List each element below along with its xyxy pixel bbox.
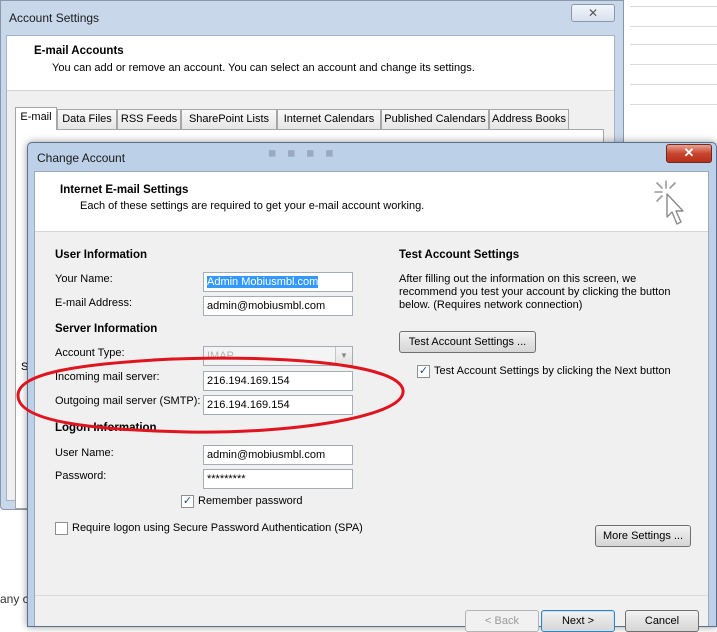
change-account-dialog: Change Account ◼ ◼ ◼ ◼ ✕ Internet E-mail… [27,142,717,632]
logon-information-heading: Logon Information [55,422,157,434]
email-accounts-subtitle: You can add or remove an account. You ca… [52,62,475,74]
dialog-header: Internet E-mail Settings Each of these s… [35,172,708,232]
close-button[interactable]: ✕ [666,144,712,163]
next-button[interactable]: Next > [541,610,615,632]
account-settings-title: Account Settings [9,11,100,25]
account-settings-titlebar: Account Settings ✕ [1,1,623,35]
tab-address-books[interactable]: Address Books [489,109,569,129]
email-address-label: E-mail Address: [55,297,133,309]
click-cursor-icon [654,180,684,225]
internet-email-settings-title: Internet E-mail Settings [60,184,189,196]
change-account-title: Change Account [37,151,126,165]
account-type-select: IMAP ▼ [203,346,353,366]
server-information-heading: Server Information [55,323,158,335]
button-separator [35,595,708,596]
incoming-server-input[interactable]: 216.194.169.154 [203,371,353,391]
user-information-heading: User Information [55,249,148,261]
blurred-toolbar-icons: ◼ ◼ ◼ ◼ [268,148,338,159]
back-button: < Back [465,610,539,632]
internet-email-settings-subtitle: Each of these settings are required to g… [80,200,425,212]
test-account-heading: Test Account Settings [399,249,520,261]
outgoing-server-input[interactable]: 216.194.169.154 [203,395,353,415]
password-input[interactable]: ********* [203,469,353,489]
tab-internet-calendars[interactable]: Internet Calendars [277,109,381,129]
password-label: Password: [55,470,107,482]
background-lines [624,0,717,140]
spa-checkbox[interactable] [55,522,68,535]
incoming-server-label: Incoming mail server: [55,371,160,383]
remember-password-checkbox[interactable]: ✓ [181,495,194,508]
account-settings-header: E-mail Accounts You can add or remove an… [7,36,614,91]
account-type-label: Account Type: [55,347,125,359]
tab-sharepoint-lists[interactable]: SharePoint Lists [181,109,277,129]
spa-label: Require logon using Secure Password Auth… [72,522,363,534]
email-accounts-title: E-mail Accounts [34,45,124,57]
test-on-next-label: Test Account Settings by clicking the Ne… [434,365,671,377]
your-name-input[interactable]: Admin Mobiusmbl.com [203,272,353,292]
remember-password-label: Remember password [198,495,303,507]
cancel-button[interactable]: Cancel [625,610,699,632]
account-type-value: IMAP [207,350,234,362]
change-account-titlebar: Change Account ◼ ◼ ◼ ◼ ✕ [28,143,716,173]
tab-email[interactable]: E-mail [15,107,57,130]
chevron-down-icon: ▼ [335,347,352,365]
change-account-client: Internet E-mail Settings Each of these s… [34,171,709,632]
outgoing-server-label: Outgoing mail server (SMTP): [55,395,201,407]
user-name-input[interactable]: admin@mobiusmbl.com [203,445,353,465]
test-account-settings-button[interactable]: Test Account Settings ... [399,331,536,353]
test-account-description: After filling out the information on thi… [399,273,671,311]
user-name-label: User Name: [55,447,114,459]
background-text-fragment: any c [0,592,29,606]
tab-data-files[interactable]: Data Files [57,109,117,129]
your-name-value: Admin Mobiusmbl.com [207,276,319,288]
tab-published-calendars[interactable]: Published Calendars [381,109,489,129]
more-settings-button[interactable]: More Settings ... [595,525,691,547]
test-on-next-checkbox[interactable]: ✓ [417,365,430,378]
tab-rss-feeds[interactable]: RSS Feeds [117,109,181,129]
your-name-label: Your Name: [55,273,113,285]
email-address-input[interactable]: admin@mobiusmbl.com [203,296,353,316]
account-settings-close-button[interactable]: ✕ [571,4,615,22]
